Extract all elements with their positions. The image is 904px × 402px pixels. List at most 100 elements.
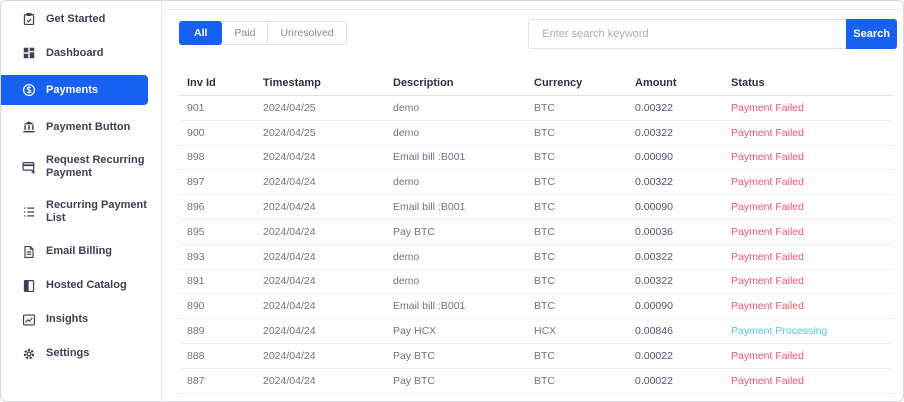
cell-description: Pay BTC: [393, 349, 436, 362]
main-content: AllPaidUnresolved Search Inv Id Timestamp…: [161, 1, 903, 401]
table-row[interactable]: 895 2024/04/24 Pay BTC BTC 0.00036 Payment Fa…: [179, 220, 893, 245]
cell-inv-id: 896: [187, 201, 205, 214]
cell-amount: 0.00322: [635, 275, 673, 288]
sidebar-item-payment-button[interactable]: Payment Button: [1, 115, 161, 139]
cell-status: Payment Failed: [731, 126, 804, 139]
column-header-status: Status: [731, 77, 765, 89]
cell-description: demo: [393, 275, 420, 288]
search-input[interactable]: [528, 19, 847, 49]
sidebar-item-get-started[interactable]: Get Started: [1, 7, 161, 31]
cell-status: Payment Processing: [731, 325, 828, 338]
sidebar-item-label: Payments: [46, 83, 98, 96]
table-row[interactable]: 900 2024/04/25 demo BTC 0.00322 Payment Faile…: [179, 121, 893, 146]
cell-description: demo: [393, 101, 420, 114]
table-row[interactable]: 896 2024/04/24 Email bill :B001 BTC 0.00090 P…: [179, 195, 893, 220]
sidebar-item-settings[interactable]: Settings: [1, 342, 161, 366]
sidebar-item-insights[interactable]: Insights: [1, 308, 161, 332]
sidebar-item-label: Recurring Payment List: [46, 199, 147, 224]
cell-currency: BTC: [534, 225, 555, 238]
table-row[interactable]: 898 2024/04/24 Email bill :B001 BTC 0.00090 P…: [179, 146, 893, 171]
book-icon: [22, 279, 36, 293]
cell-status: Payment Failed: [731, 101, 804, 114]
column-header-description: Description: [393, 77, 454, 89]
cell-inv-id: 889: [187, 325, 205, 338]
payments-page: Get Started Dashboard Payments Payment Butt…: [0, 0, 904, 402]
gear-icon: [22, 347, 36, 361]
cell-timestamp: 2024/04/24: [263, 225, 316, 238]
cell-currency: BTC: [534, 201, 555, 214]
sidebar-item-label: Insights: [46, 313, 89, 326]
cell-currency: BTC: [534, 374, 555, 387]
cell-timestamp: 2024/04/24: [263, 250, 316, 263]
cell-amount: 0.00090: [635, 201, 673, 214]
table-row[interactable]: 888 2024/04/24 Pay BTC BTC 0.00022 Payment Fa…: [179, 344, 893, 369]
cell-currency: BTC: [534, 275, 555, 288]
cell-timestamp: 2024/04/24: [263, 374, 316, 387]
cell-currency: BTC: [534, 349, 555, 362]
list-icon: [22, 205, 36, 219]
filter-tab-unresolved[interactable]: Unresolved: [268, 21, 347, 45]
cell-status: Payment Failed: [731, 250, 804, 263]
cell-description: demo: [393, 126, 420, 139]
table-header: Inv Id Timestamp Description Currency Amount…: [179, 71, 893, 96]
table-row[interactable]: 893 2024/04/24 demo BTC 0.00322 Payment Faile…: [179, 245, 893, 270]
sidebar-item-label: Payment Button: [46, 120, 131, 133]
cell-amount: 0.00322: [635, 126, 673, 139]
cell-amount: 0.00322: [635, 176, 673, 189]
filter-tab-all[interactable]: All: [179, 21, 223, 45]
bank-icon: [22, 120, 36, 134]
table-row[interactable]: 887 2024/04/24 Pay BTC BTC 0.00022 Payment Fa…: [179, 369, 893, 394]
search-button[interactable]: Search: [846, 19, 897, 49]
cell-amount: 0.00022: [635, 349, 673, 362]
table-row[interactable]: 891 2024/04/24 demo BTC 0.00322 Payment Faile…: [179, 270, 893, 295]
table-row[interactable]: 897 2024/04/24 demo BTC 0.00322 Payment Faile…: [179, 170, 893, 196]
sidebar-item-request-recurring-payment[interactable]: Request Recurring Payment: [1, 149, 161, 184]
cell-inv-id: 891: [187, 275, 205, 288]
cell-description: Email bill :B001: [393, 151, 466, 164]
cell-timestamp: 2024/04/24: [263, 275, 316, 288]
cell-amount: 0.00322: [635, 250, 673, 263]
cell-status: Payment Failed: [731, 151, 804, 164]
column-header-timestamp: Timestamp: [263, 77, 321, 89]
cell-currency: BTC: [534, 300, 555, 313]
filter-tab-paid[interactable]: Paid: [222, 21, 269, 45]
column-header-inv-id: Inv Id: [187, 77, 216, 89]
sidebar-item-payments[interactable]: Payments: [1, 75, 148, 105]
clipboard-icon: [22, 12, 36, 26]
cell-currency: BTC: [534, 250, 555, 263]
table-row[interactable]: 901 2024/04/25 demo BTC 0.00322 Payment Faile…: [179, 96, 893, 121]
cell-inv-id: 898: [187, 151, 205, 164]
cell-status: Payment Failed: [731, 275, 804, 288]
sidebar-item-label: Settings: [46, 347, 90, 360]
cell-status: Payment Failed: [731, 176, 804, 189]
table-row[interactable]: 890 2024/04/24 Email bill :B001 BTC 0.00090 P…: [179, 294, 893, 320]
top-divider: [162, 9, 903, 10]
cell-amount: 0.00036: [635, 225, 673, 238]
dashboard-icon: [22, 46, 36, 60]
cell-inv-id: 897: [187, 176, 205, 189]
cell-amount: 0.00322: [635, 101, 673, 114]
chart-icon: [22, 313, 36, 327]
cell-inv-id: 901: [187, 101, 205, 114]
sidebar-item-recurring-payment-list[interactable]: Recurring Payment List: [1, 194, 161, 229]
cell-timestamp: 2024/04/25: [263, 126, 316, 139]
filter-tabs: All Paid Unresolved: [179, 21, 347, 45]
cell-amount: 0.00846: [635, 325, 673, 338]
cell-status: Payment Failed: [731, 201, 804, 214]
cell-timestamp: 2024/04/24: [263, 151, 316, 164]
sidebar-item-hosted-catalog[interactable]: Hosted Catalog: [1, 274, 161, 298]
cell-inv-id: 900: [187, 126, 205, 139]
cell-description: Pay BTC: [393, 225, 436, 238]
sidebar-item-email-billing[interactable]: Email Billing: [1, 240, 161, 264]
cell-description: Pay HCX: [393, 325, 437, 338]
cell-description: Email bill :B001: [393, 300, 466, 313]
table-row[interactable]: 889 2024/04/24 Pay HCX HCX 0.00846 Payment Pr…: [179, 319, 893, 344]
cell-description: Email bill :B001: [393, 201, 466, 214]
sidebar-item-dashboard[interactable]: Dashboard: [1, 41, 161, 65]
cell-currency: BTC: [534, 126, 555, 139]
coin-dollar-icon: [22, 83, 36, 97]
cell-currency: HCX: [534, 325, 557, 338]
sidebar-item-label: Dashboard: [46, 46, 104, 59]
cell-description: demo: [393, 250, 420, 263]
cell-status: Payment Failed: [731, 300, 804, 313]
